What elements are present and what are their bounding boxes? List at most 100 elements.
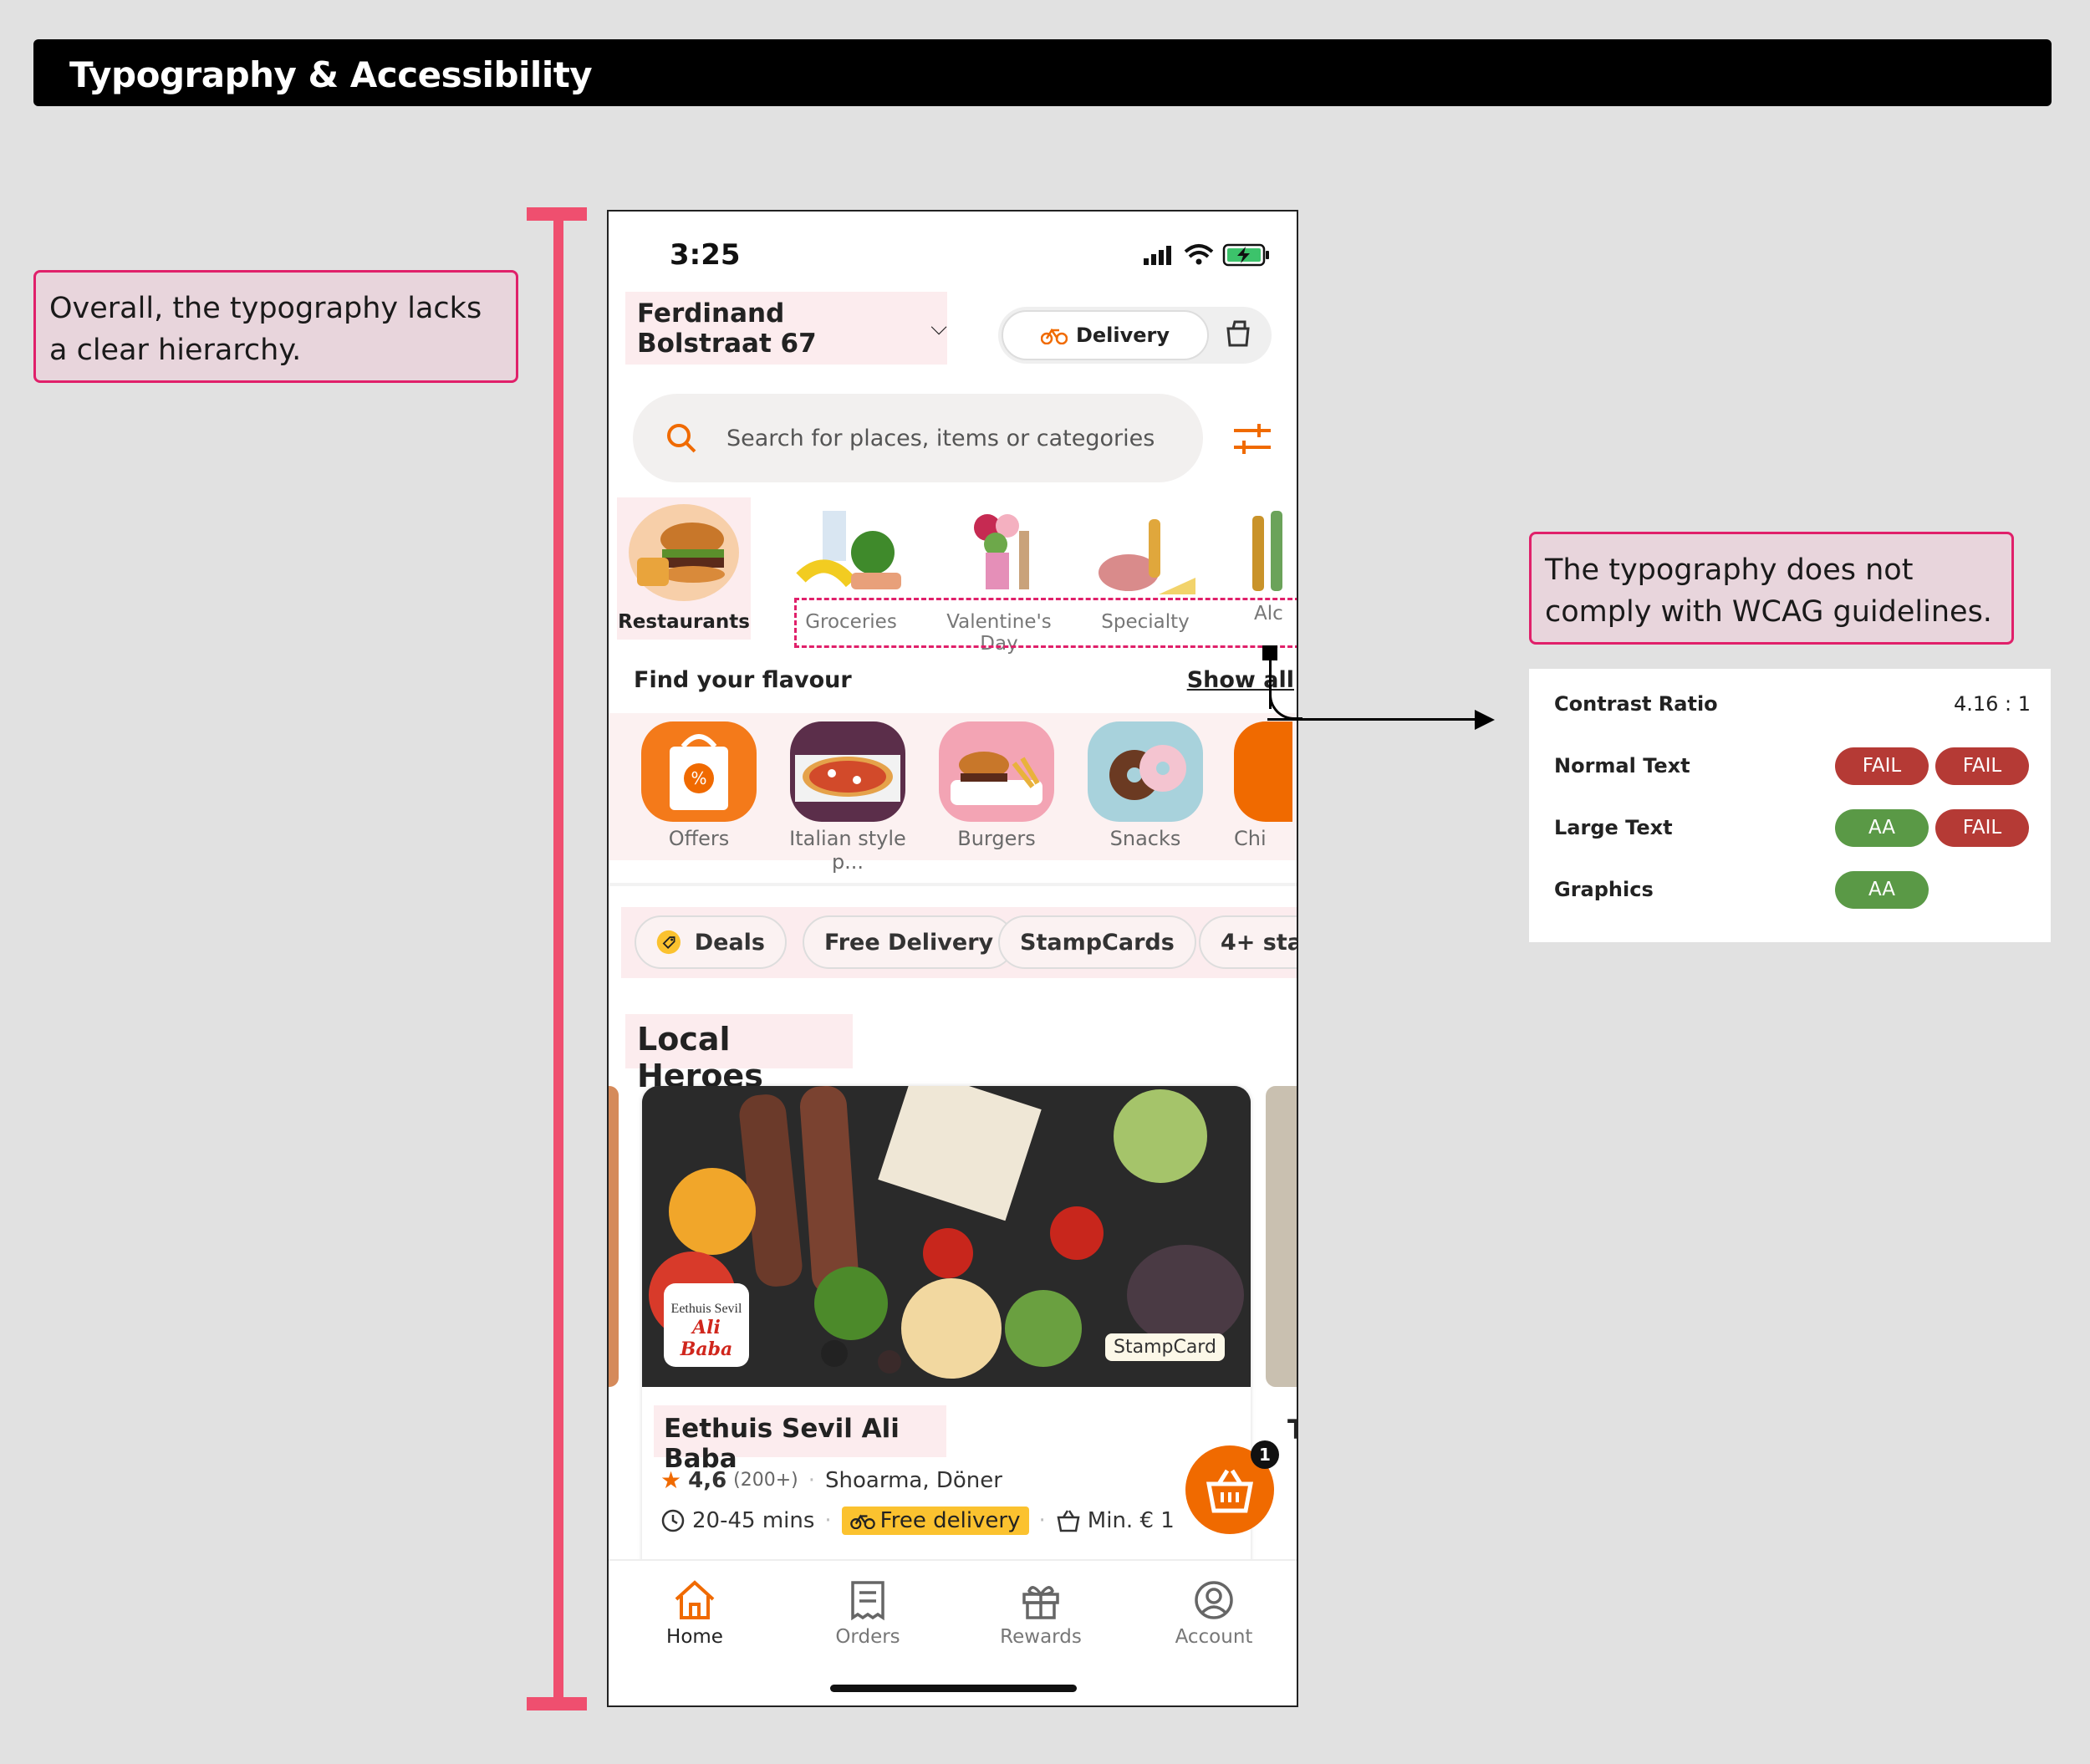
gift-icon bbox=[1022, 1586, 1059, 1619]
wcag-note: The typography does not comply with WCAG… bbox=[1529, 532, 2014, 645]
delivery-option[interactable]: Delivery bbox=[1002, 310, 1209, 360]
review-count: (200+) bbox=[733, 1470, 798, 1491]
flavour-label: Offers bbox=[668, 827, 730, 850]
wcag-contrast-panel: Contrast Ratio 4.16 : 1 Normal Text FAIL… bbox=[1529, 669, 2051, 942]
tab-orders[interactable]: Orders bbox=[805, 1579, 930, 1648]
hierarchy-note-text: Overall, the typography lacks a clear hi… bbox=[49, 292, 482, 367]
chip-label: Free Delivery bbox=[824, 929, 994, 956]
tab-rewards[interactable]: Rewards bbox=[978, 1579, 1104, 1648]
delivery-time: 20-45 mins bbox=[692, 1508, 815, 1533]
flavour-label: Burgers bbox=[957, 827, 1036, 850]
tab-label: Rewards bbox=[1000, 1626, 1082, 1648]
pickup-bag-icon[interactable] bbox=[1223, 319, 1253, 352]
normal-text-label: Normal Text bbox=[1554, 754, 1690, 777]
contrast-ratio-label: Contrast Ratio bbox=[1554, 692, 1718, 716]
chip-stampcards[interactable]: StampCards bbox=[998, 915, 1196, 969]
annotation-arrow-line bbox=[1267, 718, 1476, 721]
wcag-note-text: The typography does not comply with WCAG… bbox=[1545, 553, 1992, 629]
cuisine-text: Shoarma, Döner bbox=[825, 1467, 1002, 1493]
min-order: Min. € 1 bbox=[1087, 1508, 1175, 1533]
flavour-title: Find your flavour bbox=[634, 667, 852, 693]
graphics-aa-badge: AA bbox=[1835, 871, 1929, 909]
stampcard-badge: StampCard bbox=[1105, 1333, 1225, 1361]
clock-icon bbox=[661, 1509, 685, 1532]
status-time: 3:25 bbox=[670, 238, 741, 272]
home-icon bbox=[675, 1580, 715, 1619]
chip-label: Deals bbox=[694, 929, 765, 956]
flavour-label: Snacks bbox=[1109, 827, 1181, 850]
search-bar[interactable]: Search for places, items or categories bbox=[633, 394, 1203, 482]
tab-account[interactable]: Account bbox=[1151, 1579, 1277, 1648]
burgers-image bbox=[939, 721, 1054, 822]
flavour-snacks[interactable]: Snacks bbox=[1072, 713, 1219, 850]
burger-image bbox=[625, 502, 742, 603]
pizza-image bbox=[790, 721, 905, 822]
tab-label: Account bbox=[1175, 1626, 1253, 1648]
category-label: Restaurants bbox=[618, 611, 750, 633]
hierarchy-note: Overall, the typography lacks a clear hi… bbox=[33, 270, 518, 383]
next-card-peek[interactable] bbox=[1266, 1086, 1297, 1387]
chip-label: StampCards bbox=[1020, 929, 1175, 956]
free-delivery-badge: Free delivery bbox=[841, 1507, 1029, 1535]
arrow-right-icon bbox=[1475, 710, 1495, 730]
chevron-down-icon: ⌵ bbox=[930, 315, 947, 340]
large-text-aa-badge: AA bbox=[1835, 809, 1929, 847]
local-heroes-title: Local Heroes bbox=[625, 1014, 853, 1094]
category-restaurants[interactable]: Restaurants bbox=[617, 497, 751, 640]
slide-title: Typography & Accessibility bbox=[69, 54, 593, 95]
delivery-label: Delivery bbox=[1075, 324, 1170, 347]
logo-line1: Eethuis Sevil bbox=[670, 1302, 742, 1316]
chip-free-delivery[interactable]: Free Delivery bbox=[803, 915, 1016, 969]
basket-icon bbox=[1057, 1510, 1080, 1532]
flowers-image bbox=[940, 502, 1058, 603]
low-contrast-highlight bbox=[794, 598, 1297, 648]
svg-text:%: % bbox=[691, 768, 706, 788]
rating-row: ★ 4,6 (200+) · Shoarma, Döner bbox=[660, 1466, 1002, 1494]
flavour-burgers[interactable]: Burgers bbox=[923, 713, 1070, 850]
tab-label: Orders bbox=[835, 1626, 900, 1648]
restaurant-logo: Eethuis Sevil Ali Baba bbox=[664, 1283, 749, 1367]
flavour-italian[interactable]: Italian style p... bbox=[774, 713, 921, 874]
large-text-label: Large Text bbox=[1554, 816, 1673, 839]
home-indicator bbox=[830, 1685, 1077, 1692]
chicken-image bbox=[1234, 721, 1292, 822]
restaurant-card[interactable]: Eethuis Sevil Ali Baba StampCard Eethuis… bbox=[642, 1086, 1251, 1588]
chip-4-star[interactable]: 4+ star bbox=[1199, 915, 1297, 969]
flavour-label: Chi bbox=[1234, 827, 1267, 850]
restaurant-name: Eethuis Sevil Ali Baba bbox=[654, 1405, 946, 1474]
filter-icon[interactable] bbox=[1232, 421, 1272, 461]
receipt-icon bbox=[851, 1581, 884, 1621]
address-text: Ferdinand Bolstraat 67 bbox=[637, 298, 817, 359]
flavour-header: Find your flavour Show all bbox=[634, 667, 1294, 693]
phone-screen: 3:25 Ferdinand Bolstraat 67 ⌵ Delivery S… bbox=[607, 210, 1298, 1707]
graphics-label: Graphics bbox=[1554, 878, 1654, 901]
flavour-offers[interactable]: % Offers bbox=[625, 713, 772, 850]
large-text-aaa-badge: FAIL bbox=[1935, 809, 2029, 847]
bike-icon bbox=[1040, 328, 1068, 344]
cart-button[interactable]: 1 bbox=[1185, 1440, 1279, 1534]
tab-label: Home bbox=[666, 1626, 723, 1648]
specialty-image bbox=[1087, 502, 1204, 603]
delivery-info-row: 20-45 mins · Free delivery · Min. € 1 bbox=[660, 1507, 1175, 1535]
cart-count-badge: 1 bbox=[1251, 1440, 1279, 1469]
flavour-label: Italian style p... bbox=[789, 827, 906, 874]
slide-title-bar: Typography & Accessibility bbox=[33, 39, 2052, 106]
star-icon: ★ bbox=[660, 1466, 682, 1494]
delivery-pickup-toggle[interactable]: Delivery bbox=[998, 307, 1272, 364]
status-icons bbox=[1144, 242, 1277, 270]
flavour-chicken[interactable]: Chi bbox=[1234, 713, 1297, 850]
chip-label: 4+ star bbox=[1221, 929, 1297, 956]
flavour-row: % Offers Italian style p... Burgers Snac… bbox=[609, 713, 1297, 874]
account-icon bbox=[1195, 1581, 1233, 1619]
alcohol-image bbox=[1244, 502, 1294, 603]
bike-icon bbox=[849, 1514, 875, 1529]
search-placeholder: Search for places, items or categories bbox=[726, 425, 1155, 451]
height-ruler bbox=[553, 209, 563, 1710]
address-selector[interactable]: Ferdinand Bolstraat 67 ⌵ bbox=[625, 292, 947, 365]
deals-tag-icon bbox=[656, 930, 681, 955]
logo-line2: Ali Baba bbox=[680, 1317, 733, 1360]
chip-deals[interactable]: Deals bbox=[635, 915, 787, 969]
prev-card-peek[interactable] bbox=[609, 1086, 619, 1387]
normal-text-aa-badge: FAIL bbox=[1835, 747, 1929, 785]
tab-home[interactable]: Home bbox=[632, 1579, 757, 1648]
